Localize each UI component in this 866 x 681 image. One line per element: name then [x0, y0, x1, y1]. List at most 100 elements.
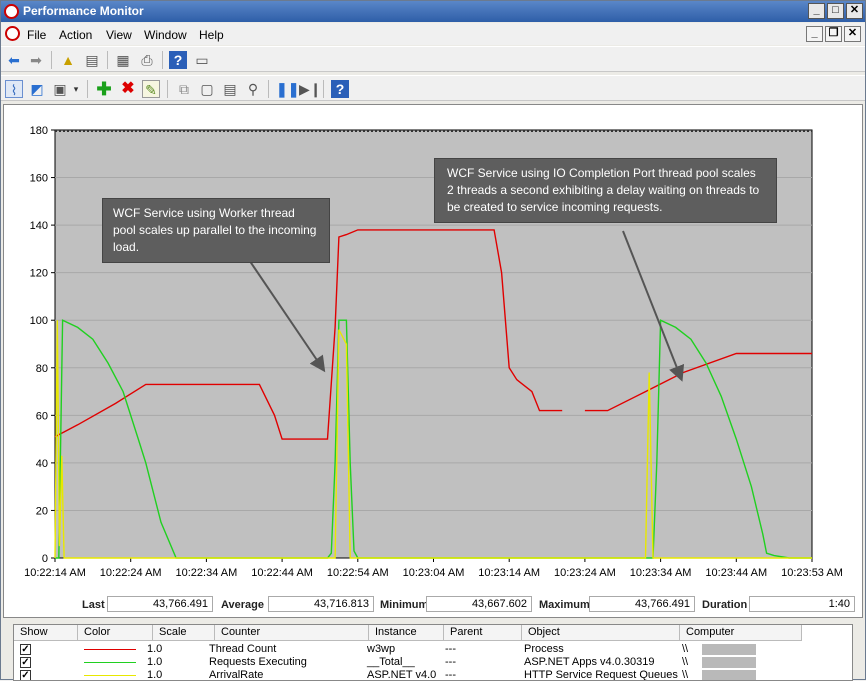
change-graph-type-icon[interactable]: ▣ — [51, 80, 69, 98]
show-checkbox[interactable]: ✓ — [20, 670, 31, 680]
paste-counter-icon[interactable]: ▢ — [198, 80, 216, 98]
copy-properties-icon[interactable]: ⧉ — [175, 80, 193, 98]
counter-cell: ArrivalRate — [209, 669, 264, 681]
legend-header-computer[interactable]: Computer — [680, 625, 802, 641]
counter-cell: Thread Count — [209, 643, 277, 655]
properties-icon[interactable]: ▭ — [193, 51, 211, 69]
x-tick-label: 10:23:24 AM — [554, 567, 616, 579]
print-icon[interactable]: ⎙ — [138, 51, 156, 69]
show-checkbox[interactable]: ✓ — [20, 644, 31, 655]
help-icon[interactable]: ? — [331, 80, 349, 98]
legend-header-parent[interactable]: Parent — [444, 625, 522, 641]
back-icon[interactable]: ⬅ — [5, 51, 23, 69]
object-cell: HTTP Service Request Queues — [524, 669, 678, 681]
y-tick-label: 40 — [36, 458, 48, 470]
window-title: Performance Monitor — [23, 4, 144, 18]
y-tick-label: 100 — [30, 315, 48, 327]
io-completion-callout: WCF Service using IO Completion Port thr… — [434, 158, 777, 223]
legend-header-color[interactable]: Color — [78, 625, 153, 641]
menu-bar: File Action View Window Help _ ❐ ✕ — [1, 23, 865, 45]
computer-cell: \\ — [682, 656, 689, 668]
close-button[interactable]: ✕ — [846, 3, 863, 19]
x-tick-label: 10:22:14 AM — [24, 567, 86, 579]
x-tick-label: 10:23:04 AM — [403, 567, 465, 579]
x-tick-label: 10:22:24 AM — [100, 567, 162, 579]
x-tick-label: 10:22:44 AM — [251, 567, 313, 579]
dropdown-icon[interactable]: ▾ — [71, 80, 81, 98]
x-tick-label: 10:23:14 AM — [478, 567, 540, 579]
legend-header-instance[interactable]: Instance — [369, 625, 444, 641]
last-label: Last — [82, 599, 105, 611]
view-current-activity-icon[interactable]: ◩ — [28, 80, 46, 98]
title-bar: Performance Monitor _ □ ✕ — [1, 1, 865, 22]
parent-cell: --- — [445, 643, 456, 655]
worker-thread-callout: WCF Service using Worker thread pool sca… — [102, 198, 330, 263]
last-value: 43,766.491 — [107, 596, 213, 612]
document-restore-button[interactable]: ❐ — [825, 26, 842, 42]
legend-row[interactable]: ✓ 1.0 Thread Count w3wp --- Process \\ — [14, 643, 852, 656]
x-tick-label: 10:23:44 AM — [705, 567, 767, 579]
minimum-value: 43,667.602 — [426, 596, 532, 612]
minimum-label: Minimum — [380, 599, 429, 611]
up-folder-icon[interactable]: ▲ — [59, 51, 77, 69]
parent-cell: --- — [445, 656, 456, 668]
navigation-toolbar: ⬅ ➡ ▲ ▤ ▦ ⎙ ? ▭ — [1, 46, 865, 72]
x-tick-label: 10:23:53 AM — [781, 567, 843, 579]
counter-cell: Requests Executing — [209, 656, 307, 668]
computer-cell: \\ — [682, 643, 689, 655]
legend-row[interactable]: ✓ 1.0 ArrivalRate ASP.NET v4.0 --- HTTP … — [14, 669, 852, 681]
counter-properties-icon[interactable]: ▤ — [221, 80, 239, 98]
zoom-icon[interactable]: ⚲ — [244, 80, 262, 98]
highlight-icon[interactable]: ✎ — [142, 80, 160, 98]
menu-view[interactable]: View — [106, 28, 132, 42]
help-icon[interactable]: ? — [169, 51, 187, 69]
freeze-display-icon[interactable]: ❚❚ — [276, 80, 299, 98]
document-close-button[interactable]: ✕ — [844, 26, 861, 42]
redacted-computer-name — [702, 644, 756, 655]
duration-value: 1:40 — [749, 596, 855, 612]
maximize-button[interactable]: □ — [827, 3, 844, 19]
menu-file[interactable]: File — [27, 28, 46, 42]
document-system-menu-icon[interactable] — [5, 26, 20, 41]
object-cell: ASP.NET Apps v4.0.30319 — [524, 656, 655, 668]
menu-window[interactable]: Window — [144, 28, 187, 42]
duration-label: Duration — [702, 599, 748, 611]
legend-header-scale[interactable]: Scale — [153, 625, 215, 641]
color-swatch — [84, 675, 136, 676]
forward-icon[interactable]: ➡ — [27, 51, 45, 69]
add-counter-icon[interactable]: ✚ — [95, 80, 113, 98]
y-tick-label: 20 — [36, 505, 48, 517]
maximum-value: 43,766.491 — [589, 596, 695, 612]
graph-toolbar: ⌇ ◩ ▣ ▾ ✚ ✖ ✎ ⧉ ▢ ▤ ⚲ ❚❚ ▶❙ ? — [1, 75, 865, 101]
menu-action[interactable]: Action — [59, 28, 92, 42]
parent-cell: --- — [445, 669, 456, 681]
show-checkbox[interactable]: ✓ — [20, 657, 31, 668]
menu-help[interactable]: Help — [199, 28, 224, 42]
performance-monitor-window: Performance Monitor _ □ ✕ File Action Vi… — [0, 0, 866, 681]
delete-counter-icon[interactable]: ✖ — [119, 80, 137, 98]
redacted-computer-name — [702, 670, 756, 680]
show-hide-tree-icon[interactable]: ▤ — [83, 51, 101, 69]
minimize-button[interactable]: _ — [808, 3, 825, 19]
update-data-icon[interactable]: ▶❙ — [299, 80, 322, 98]
y-tick-label: 120 — [30, 268, 48, 280]
object-cell: Process — [524, 643, 564, 655]
view-graph-icon[interactable]: ⌇ — [5, 80, 23, 98]
legend-row[interactable]: ✓ 1.0 Requests Executing __Total__ --- A… — [14, 656, 852, 669]
document-minimize-button[interactable]: _ — [806, 26, 823, 42]
y-tick-label: 0 — [42, 553, 48, 565]
legend-header-object[interactable]: Object — [522, 625, 680, 641]
legend-header-show[interactable]: Show — [14, 625, 78, 641]
y-tick-label: 80 — [36, 363, 48, 375]
color-swatch — [84, 662, 136, 663]
maximum-label: Maximum — [539, 599, 590, 611]
average-label: Average — [221, 599, 265, 611]
average-value: 43,716.813 — [268, 596, 374, 612]
counter-legend-table: Show Color Scale Counter Instance Parent… — [13, 624, 853, 681]
export-list-icon[interactable]: ▦ — [114, 51, 132, 69]
x-tick-label: 10:22:54 AM — [327, 567, 389, 579]
y-tick-label: 140 — [30, 220, 48, 232]
legend-header-counter[interactable]: Counter — [215, 625, 369, 641]
instance-cell: w3wp — [367, 643, 396, 655]
y-tick-label: 60 — [36, 410, 48, 422]
